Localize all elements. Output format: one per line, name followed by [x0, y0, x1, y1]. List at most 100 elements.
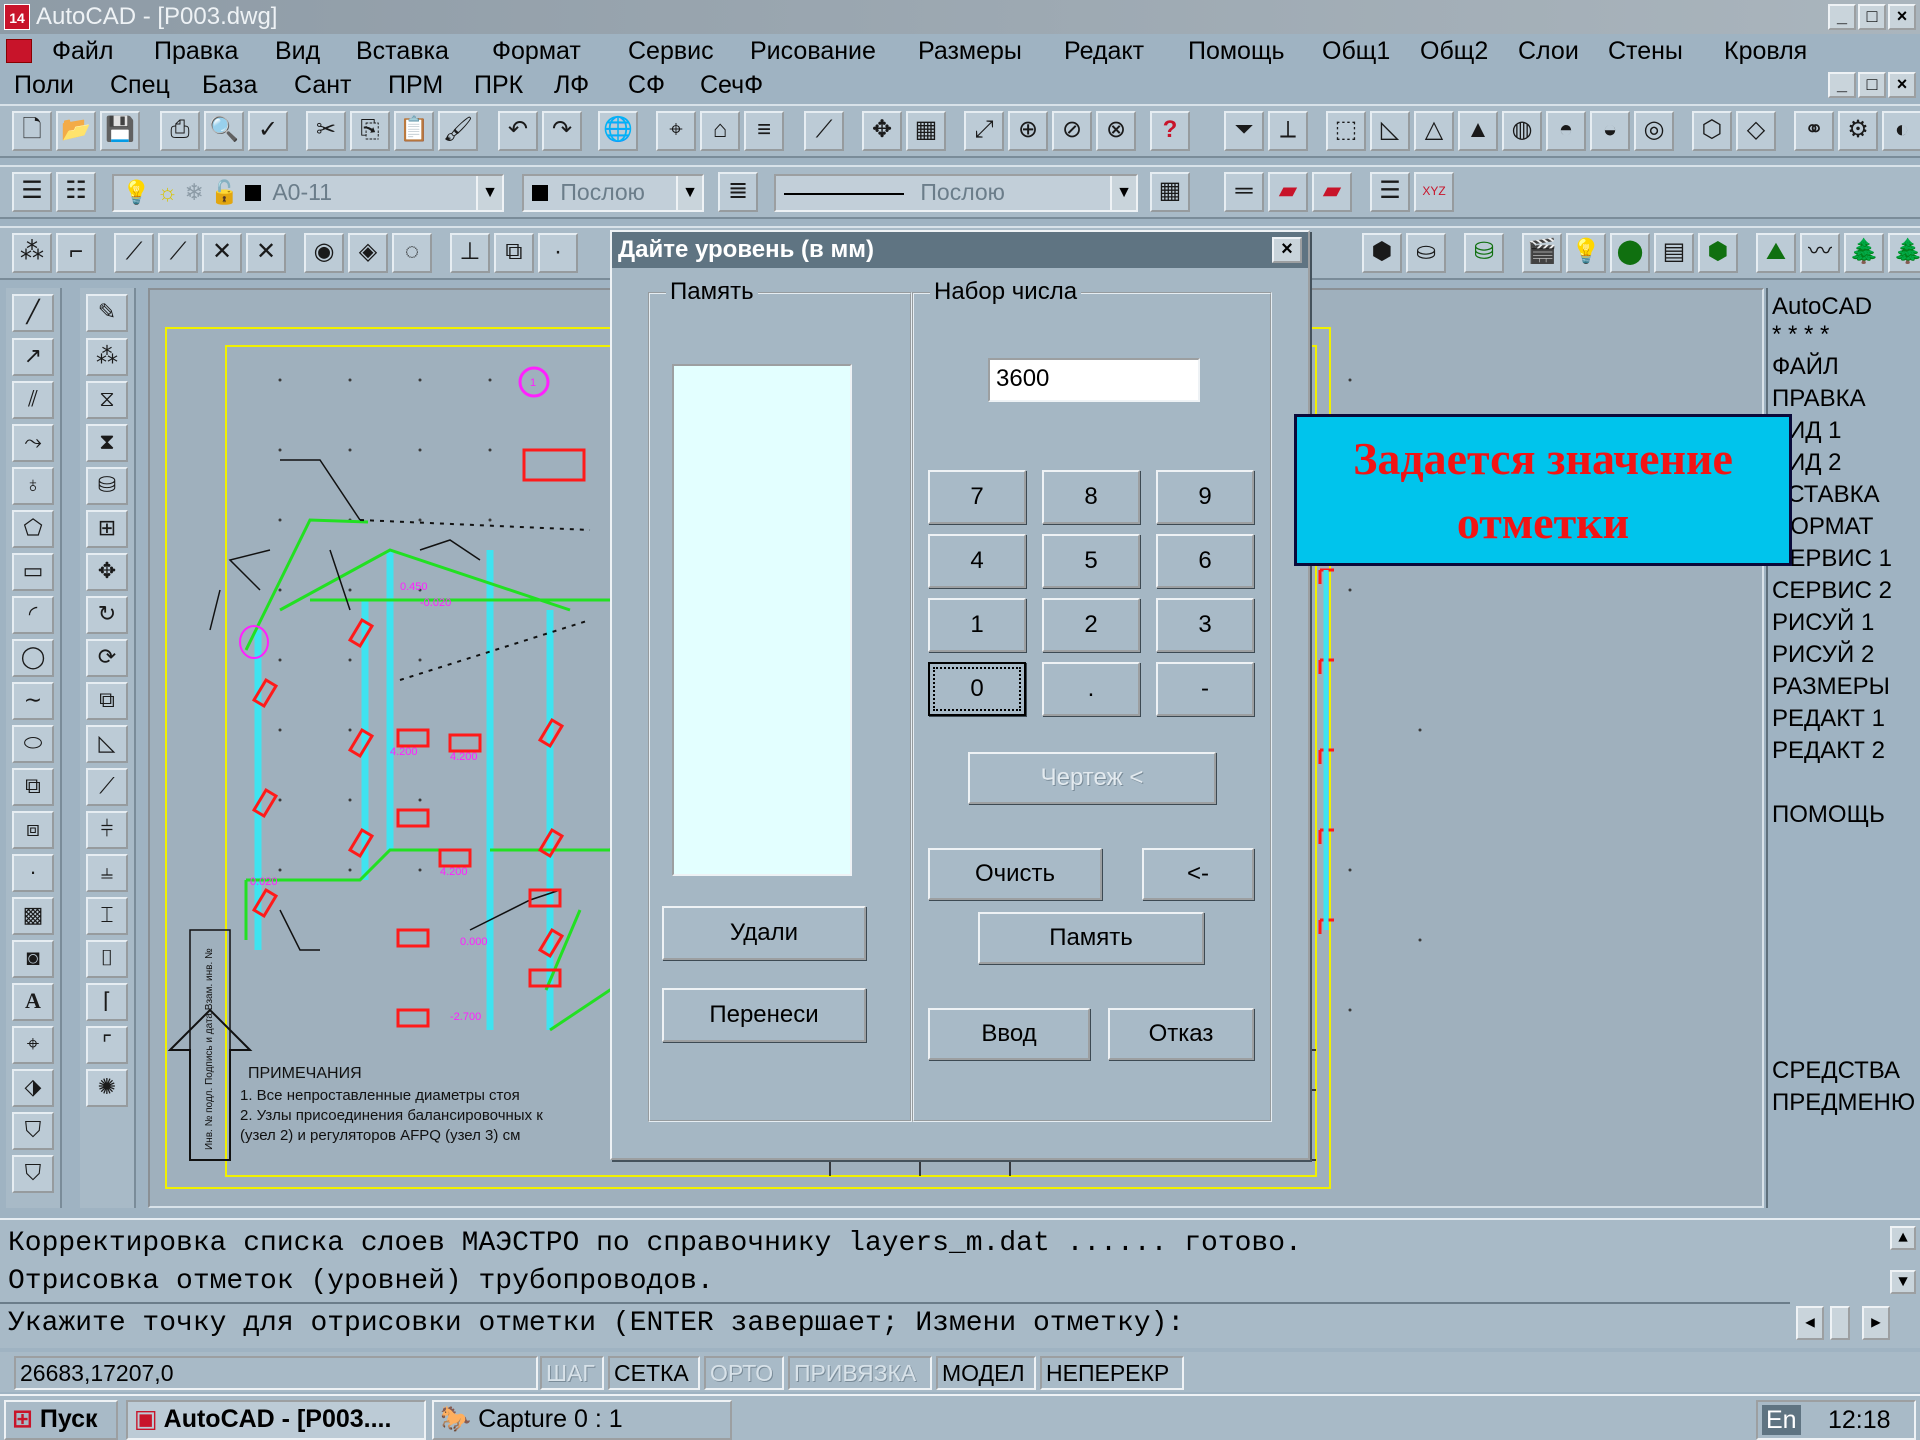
screen-menu-item[interactable]: РЕДАКТ 1 [1772, 704, 1885, 734]
pan-icon[interactable]: ✥ [862, 111, 902, 151]
menu-lf[interactable]: ЛФ [554, 68, 589, 102]
cut-icon[interactable]: ✂ [306, 111, 346, 151]
zoom-realtime-icon[interactable]: ⤢ [964, 111, 1004, 151]
layer-combo[interactable]: 💡 ☼ ❄ 🔓 A0-11 ▼ [112, 174, 504, 212]
screen-menu-item[interactable]: * * * * [1772, 320, 1829, 350]
ellipse-icon[interactable]: ⬭ [12, 725, 54, 763]
scroll-up-icon[interactable]: ▲ [1890, 1226, 1916, 1250]
redo-icon[interactable]: ↷ [542, 111, 582, 151]
spelling-icon[interactable]: ✓ [248, 111, 288, 151]
hatch-icon[interactable]: ▩ [12, 897, 54, 935]
menu-walls[interactable]: Стены [1608, 34, 1683, 68]
fog-icon[interactable]: 〰 [1800, 233, 1840, 273]
save-icon[interactable]: 💾 [100, 111, 140, 151]
screen-menu-item[interactable]: РИСУЙ 2 [1772, 640, 1874, 670]
scene-icon[interactable]: 🎬 [1522, 233, 1562, 273]
linetype-combo[interactable]: Послою ▼ [774, 174, 1138, 212]
ortho-toggle[interactable]: ОРТО [704, 1356, 784, 1390]
backspace-button[interactable]: <- [1142, 848, 1254, 900]
surface-icon[interactable]: ⏷ [1224, 111, 1264, 151]
snap-toggle[interactable]: ШАГ [540, 1356, 604, 1390]
screen-menu-item[interactable]: РАЗМЕРЫ [1772, 672, 1890, 702]
doc-minimize-button[interactable]: _ [1828, 72, 1856, 98]
tag-icon[interactable]: ⌖ [12, 1026, 54, 1064]
mapping-icon[interactable]: ⬢ [1698, 233, 1738, 273]
color-palette-icon[interactable]: ▦ [1150, 172, 1190, 212]
close-button[interactable]: × [1888, 4, 1916, 30]
check-shield-icon[interactable]: ⛉ [12, 1112, 54, 1150]
snap-perpendicular-icon[interactable]: ⊥ [450, 233, 490, 273]
snap-midpoint-icon[interactable]: ⟋ [158, 233, 198, 273]
screen-menu-item[interactable]: ПРЕДМЕНЮ [1772, 1088, 1915, 1118]
named-views-icon[interactable]: ⌂ [700, 111, 740, 151]
undo-icon[interactable]: ↶ [498, 111, 538, 151]
inquiry-icon[interactable]: ▦ [906, 111, 946, 151]
menu-dimensions[interactable]: Размеры [918, 34, 1022, 68]
copy-icon[interactable]: ⎘ [350, 111, 390, 151]
delete-button[interactable]: Удали [662, 906, 866, 960]
horizontal-scrollbar-thumb[interactable] [1830, 1306, 1850, 1340]
erase-icon[interactable]: ✎ [86, 294, 128, 332]
memory-button[interactable]: Память [978, 912, 1204, 964]
move-icon[interactable]: ✥ [86, 553, 128, 591]
pyramid-icon[interactable]: △ [1414, 111, 1454, 151]
key-0-button[interactable]: 0 [928, 662, 1026, 716]
menu-format[interactable]: Формат [492, 34, 581, 68]
key-6-button[interactable]: 6 [1156, 534, 1254, 588]
landscape-icon[interactable]: 🌲 [1844, 233, 1884, 273]
menu-spec[interactable]: Спец [110, 68, 170, 102]
language-indicator[interactable]: En [1762, 1405, 1801, 1435]
lengthen-icon[interactable]: ⟋ [86, 768, 128, 806]
key-4-button[interactable]: 4 [928, 534, 1026, 588]
snap-tangent-icon[interactable]: ◌ [392, 233, 432, 273]
start-button[interactable]: ⊞ Пуск [4, 1400, 118, 1440]
minimize-button[interactable]: _ [1828, 4, 1856, 30]
extend-icon[interactable]: ⫨ [86, 854, 128, 892]
screen-menu-item[interactable]: РЕДАКТ 2 [1772, 736, 1885, 766]
menu-base[interactable]: База [202, 68, 257, 102]
menu-plumbing[interactable]: Сант [294, 68, 352, 102]
maximize-button[interactable]: □ [1858, 4, 1886, 30]
torus-icon[interactable]: ◎ [1634, 111, 1674, 151]
pick-from-drawing-button[interactable]: Чертеж < [968, 752, 1216, 804]
fillet-icon[interactable]: ⌜ [86, 1026, 128, 1064]
clear-button[interactable]: Очисть [928, 848, 1102, 900]
break-two-icon[interactable]: ⌷ [86, 940, 128, 978]
snap-center-icon[interactable]: ◉ [304, 233, 344, 273]
edge-surface-icon[interactable]: ◇ [1736, 111, 1776, 151]
key-1-button[interactable]: 1 [928, 598, 1026, 652]
doc-maximize-button[interactable]: □ [1858, 72, 1886, 98]
multiline-icon[interactable]: ⫽ [12, 381, 54, 419]
tracking-icon[interactable]: ≡ [744, 111, 784, 151]
wedge-icon[interactable]: ◺ [1370, 111, 1410, 151]
enter-button[interactable]: Ввод [928, 1008, 1090, 1060]
key-8-button[interactable]: 8 [1042, 470, 1140, 524]
menu-roof[interactable]: Кровля [1724, 34, 1807, 68]
taskbar-item-autocad[interactable]: ▣ AutoCAD - [P003.... [126, 1400, 426, 1440]
menu-tools[interactable]: Сервис [628, 34, 714, 68]
ruler-icon[interactable]: ═ [1224, 172, 1264, 212]
zoom-extents-icon[interactable]: ⊗ [1096, 111, 1136, 151]
box-icon[interactable]: ⬚ [1326, 111, 1366, 151]
memory-list[interactable] [672, 364, 852, 876]
screen-menu-item[interactable]: ПОМОЩЬ [1772, 800, 1885, 830]
extrude-icon[interactable]: ⟂ [1268, 111, 1308, 151]
menu-section[interactable]: СечФ [700, 68, 763, 102]
layer-edit-icon[interactable]: ▰ [1312, 172, 1352, 212]
key-9-button[interactable]: 9 [1156, 470, 1254, 524]
menu-common1[interactable]: Общ1 [1322, 34, 1390, 68]
spline-icon[interactable]: ∼ [12, 682, 54, 720]
hide-icon[interactable]: ◐ [1882, 111, 1920, 151]
key-2-button[interactable]: 2 [1042, 598, 1140, 652]
menu-draw[interactable]: Рисование [750, 34, 876, 68]
paste-icon[interactable]: 📋 [394, 111, 434, 151]
ucs-icon[interactable]: ⟋ [804, 111, 844, 151]
polyline-3d-icon[interactable]: ♁ [12, 467, 54, 505]
menu-sf[interactable]: СФ [628, 68, 665, 102]
osnap-toggle[interactable]: ПРИВЯЗКА [788, 1356, 932, 1390]
screen-menu-item[interactable]: СРЕДСТВА [1772, 1056, 1900, 1086]
snap-endpoint-icon[interactable]: ⟋ [114, 233, 154, 273]
screen-menu-item[interactable]: ФАЙЛ [1772, 352, 1839, 382]
trim-icon[interactable]: ⫩ [86, 811, 128, 849]
snap-quadrant-icon[interactable]: ◈ [348, 233, 388, 273]
